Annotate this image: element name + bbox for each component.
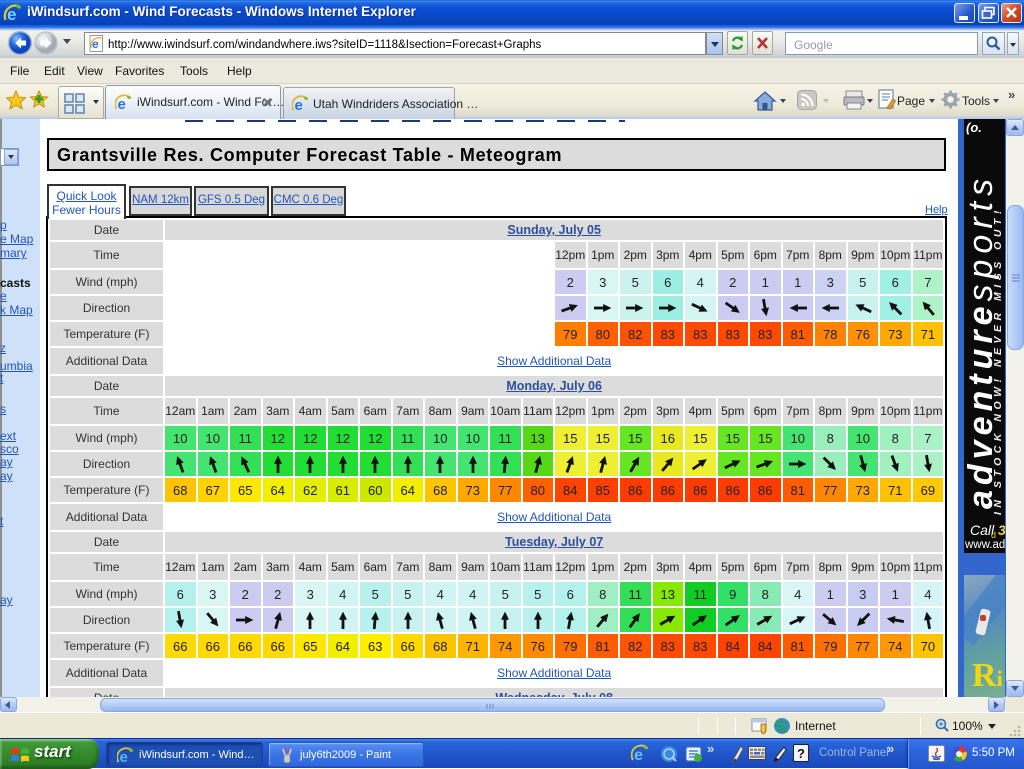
svg-text:!: ! [762,726,764,733]
svg-text:e: e [295,97,303,113]
svg-text:e: e [634,747,643,763]
svg-text:e: e [118,96,126,112]
svg-text:e: e [120,749,128,765]
